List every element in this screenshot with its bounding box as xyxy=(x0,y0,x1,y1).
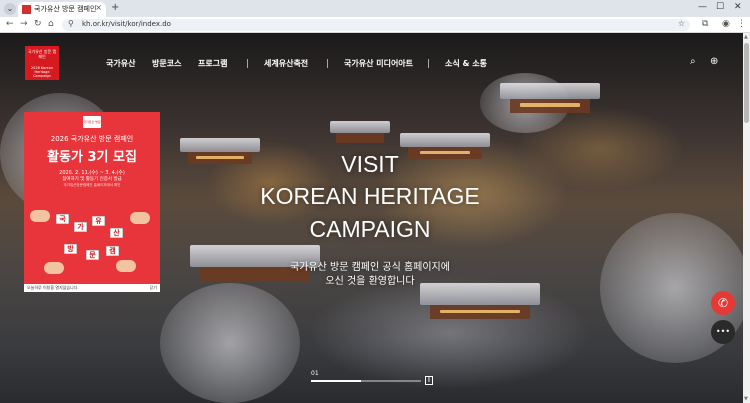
hand-illustration xyxy=(30,210,50,222)
hero-title-line2: KOREAN HERITAGE xyxy=(260,183,480,209)
home-button[interactable]: ⌂ xyxy=(48,19,54,29)
popup-logo: 국가유산 방문 xyxy=(83,116,101,128)
maximize-button[interactable]: ☐ xyxy=(716,2,724,12)
hand-illustration xyxy=(44,262,64,274)
popup-fine-print: 국가유산방문캠페인 홈페이지에서 확인 xyxy=(63,183,121,187)
nav-programs[interactable]: 프로그램 xyxy=(198,58,227,69)
popup-note: 참여하기 및 활동기 인증서 발급 xyxy=(62,177,122,182)
slide-progress-fill xyxy=(311,380,361,382)
tab-title: 국가유산 방문 캠페인 xyxy=(34,5,97,13)
slide-progress-bar xyxy=(311,380,421,382)
site-logo[interactable]: 국가유산 방문 캠페인 2026 Korean Heritage Campaig… xyxy=(25,46,59,80)
hangul-card: 유 xyxy=(92,216,105,226)
popup-subtitle: 2026 국가유산 방문 캠페인 xyxy=(50,135,134,143)
popup-footer: 오늘하루 이창을 열지않습니다. 닫기 xyxy=(24,284,160,292)
active-tab[interactable]: 국가유산 방문 캠페인 × xyxy=(18,2,106,17)
lantern-light xyxy=(196,156,244,159)
browser-menu-icon[interactable]: ⋮ xyxy=(737,19,746,29)
tab-search-button[interactable]: ⌄ xyxy=(4,3,16,15)
slide-number: 01 xyxy=(311,370,319,377)
page-scrollbar[interactable]: ▲ ▼ xyxy=(743,33,750,403)
popup-hide-today-link[interactable]: 오늘하루 이창을 열지않습니다. xyxy=(27,285,79,291)
chat-button[interactable]: ••• xyxy=(711,320,735,344)
back-button[interactable]: ← xyxy=(6,19,14,29)
snow-tree xyxy=(160,283,300,403)
site-favicon xyxy=(22,5,31,14)
site-info-icon[interactable]: ⚲ xyxy=(68,19,74,28)
nav-media-art[interactable]: 국가유산 미디어아트 xyxy=(344,58,413,69)
search-icon[interactable]: ⌕ xyxy=(690,56,696,67)
forward-button[interactable]: → xyxy=(20,19,28,29)
nav-heritage[interactable]: 국가유산 xyxy=(106,58,135,69)
bookmark-star-icon[interactable]: ☆ xyxy=(678,19,685,28)
palace-roof xyxy=(400,133,490,147)
nav-news[interactable]: 소식 & 소통 xyxy=(445,58,487,69)
nav-world-heritage-festival[interactable]: 세계유산축전 xyxy=(264,58,308,69)
nav-divider xyxy=(327,59,328,68)
globe-icon[interactable]: ⊕ xyxy=(710,56,718,67)
popup-title: 활동가 3기 모집 xyxy=(47,150,137,165)
browser-toolbar: ← → ↻ ⌂ ⚲ kh.or.kr/visit/kor/index.do ☆ … xyxy=(0,17,750,33)
logo-subtext: 2026 Korean Heritage Campaign xyxy=(30,66,54,78)
scroll-thumb[interactable] xyxy=(744,43,749,123)
phone-call-button[interactable]: ✆ xyxy=(711,291,735,315)
palace-roof xyxy=(180,138,260,152)
extensions-icon[interactable]: ⧉ xyxy=(702,19,708,29)
recruitment-popup[interactable]: 국가유산 방문 2026 국가유산 방문 캠페인 활동가 3기 모집 2026.… xyxy=(24,112,160,284)
scroll-down-arrow[interactable]: ▼ xyxy=(744,396,748,402)
lantern-light xyxy=(520,103,580,107)
hangul-card: 방 xyxy=(64,244,77,254)
logo-text: 국가유산 방문 캠페인 xyxy=(27,49,57,59)
hand-illustration xyxy=(130,212,150,224)
hangul-card: 문 xyxy=(86,250,99,260)
lantern-light xyxy=(440,310,520,313)
profile-icon[interactable]: ◉ xyxy=(722,19,730,29)
url-text[interactable]: kh.or.kr/visit/kor/index.do xyxy=(82,20,171,28)
hangul-card: 캠 xyxy=(106,246,119,256)
hand-illustration xyxy=(116,260,136,272)
palace-hall xyxy=(336,133,384,143)
hero-title-line3: CAMPAIGN xyxy=(309,216,431,242)
nav-divider xyxy=(247,59,248,68)
reload-button[interactable]: ↻ xyxy=(34,19,42,29)
hangul-card: 국 xyxy=(56,214,69,224)
nav-divider xyxy=(428,59,429,68)
slide-pause-button[interactable]: ∥ xyxy=(425,376,433,385)
hero-description-line2: 오신 것을 환영합니다 xyxy=(325,276,415,287)
minimize-button[interactable]: — xyxy=(698,2,707,12)
popup-close-button[interactable]: 닫기 xyxy=(150,285,157,291)
browser-tab-bar: ⌄ 국가유산 방문 캠페인 × + — ☐ ✕ xyxy=(0,0,750,17)
popup-date: 2026. 2. 11.(수) ~ 3. 4.(수) xyxy=(59,170,125,176)
nav-courses[interactable]: 방문코스 xyxy=(152,58,181,69)
tab-close-button[interactable]: × xyxy=(95,3,102,12)
window-close-button[interactable]: ✕ xyxy=(734,2,742,12)
hero-title-line1: VISIT xyxy=(341,151,399,177)
address-bar[interactable]: ⚲ kh.or.kr/visit/kor/index.do ☆ xyxy=(62,19,690,31)
hero-description-line1: 국가유산 방문 캠페인 공식 홈페이지에 xyxy=(290,262,450,273)
hangul-card: 산 xyxy=(110,228,123,238)
palace-roof xyxy=(500,83,600,99)
new-tab-button[interactable]: + xyxy=(111,2,119,13)
palace-roof xyxy=(330,121,390,133)
hero-section: 국가유산 방문 캠페인 2026 Korean Heritage Campaig… xyxy=(0,33,743,403)
scroll-up-arrow[interactable]: ▲ xyxy=(744,34,748,40)
hangul-card: 가 xyxy=(74,222,87,232)
